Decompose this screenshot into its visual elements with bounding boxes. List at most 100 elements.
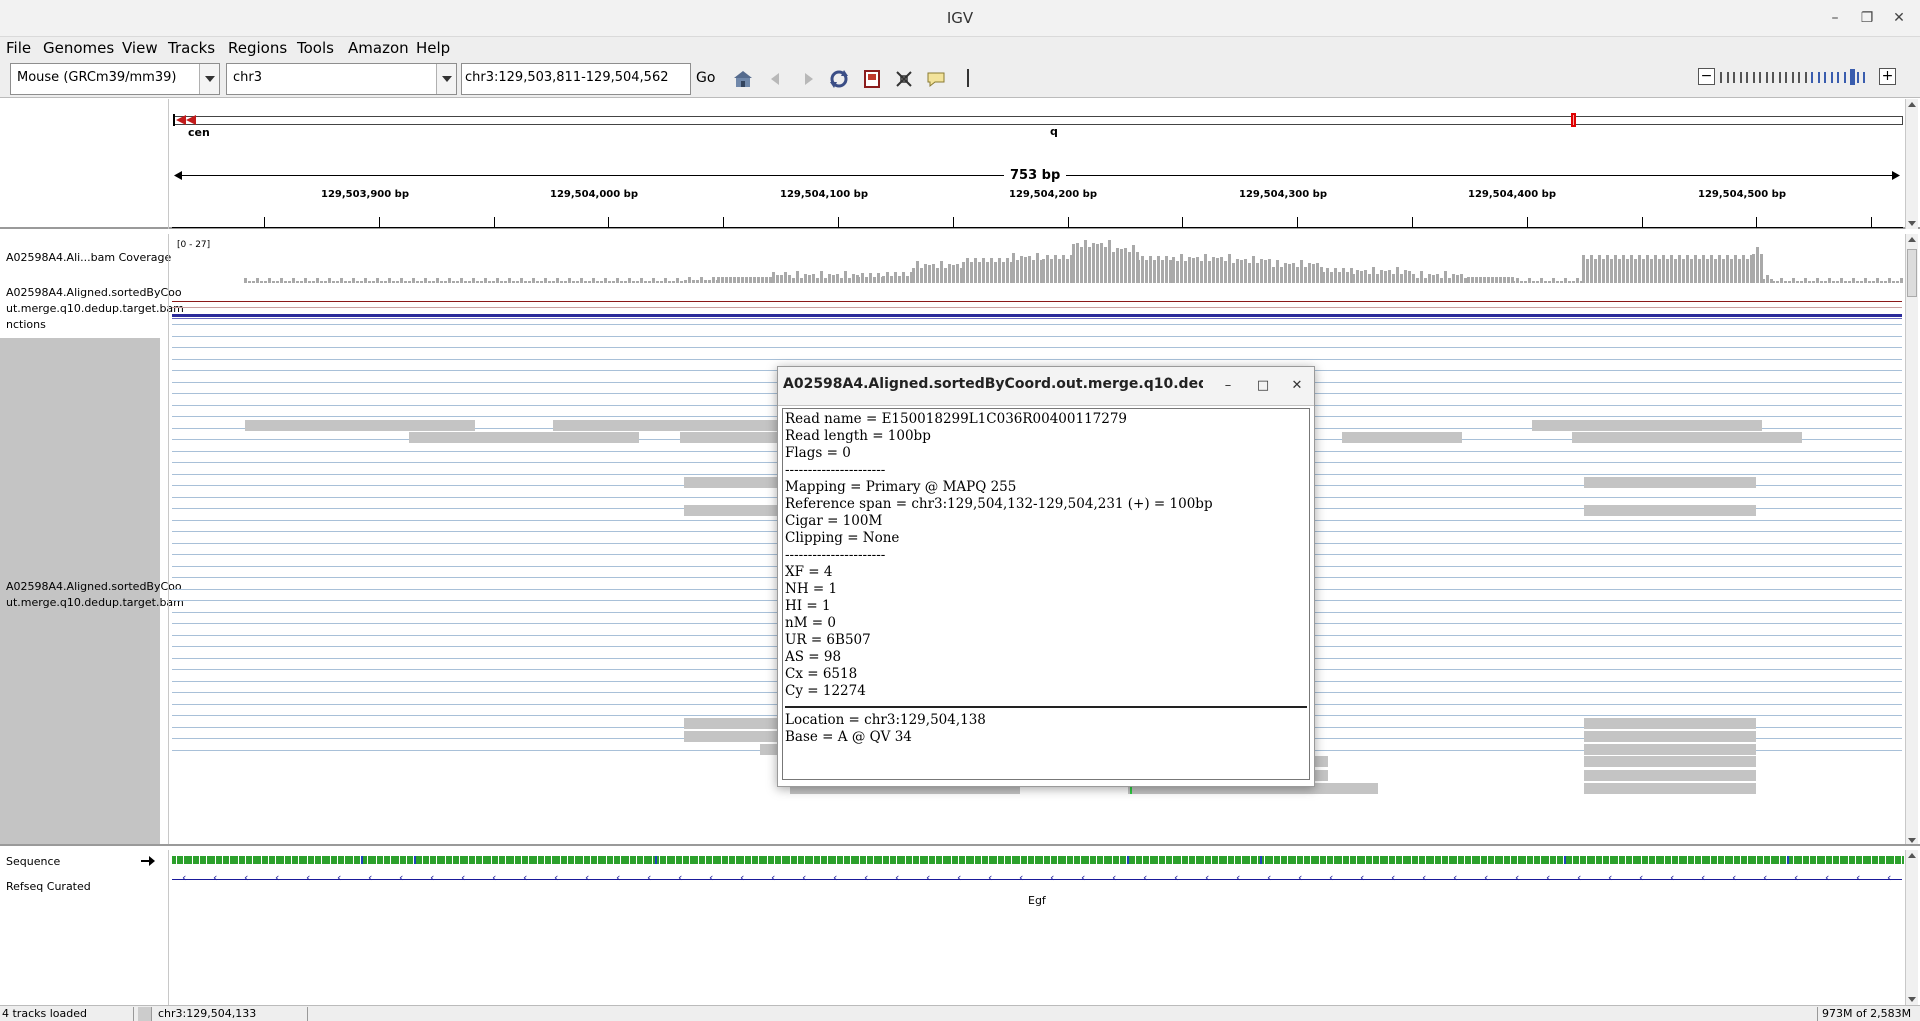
coverage-bar xyxy=(332,281,335,283)
junction-track-name-line1[interactable]: A02598A4.Aligned.sortedByCoo xyxy=(6,286,182,299)
coverage-bar xyxy=(452,281,455,283)
menu-tools[interactable]: Tools xyxy=(297,39,334,57)
coverage-bar xyxy=(1756,247,1759,283)
coverage-bar xyxy=(1036,253,1039,283)
coverage-track[interactable] xyxy=(172,238,1903,283)
coverage-bar xyxy=(749,277,752,283)
row-divider xyxy=(172,336,1902,337)
menu-amazon[interactable]: Amazon xyxy=(348,39,409,57)
coverage-bar xyxy=(684,280,687,283)
data-scrollbar[interactable] xyxy=(1905,234,1918,844)
read-alignment xyxy=(1532,420,1762,431)
chromosome-ideogram[interactable] xyxy=(173,116,1903,125)
coverage-bar xyxy=(1864,278,1867,283)
popup-line: Location = chr3:129,504,138 xyxy=(785,712,986,728)
chevron-down-icon[interactable] xyxy=(436,64,456,94)
strand-arrow: ‹ xyxy=(1701,871,1706,884)
ruler-tick-label: 129,504,300 bp xyxy=(1238,189,1328,200)
menu-file[interactable]: File xyxy=(6,39,31,57)
read-alignment xyxy=(1584,505,1756,516)
coverage-bar xyxy=(902,272,905,283)
zoom-in-icon[interactable]: + xyxy=(1879,68,1896,85)
zoom-ticks[interactable] xyxy=(1720,69,1870,85)
coverage-bar xyxy=(624,281,627,283)
coverage-bar xyxy=(1840,278,1843,283)
ruler[interactable]: 129,503,900 bp 129,504,000 bp 129,504,100 … xyxy=(172,189,1903,229)
home-icon[interactable] xyxy=(732,68,754,90)
coverage-bar xyxy=(1444,271,1447,283)
coverage-bar xyxy=(1820,281,1823,283)
popup-titlebar[interactable]: A02598A4.Aligned.sortedByCoord.out.merge… xyxy=(778,367,1314,406)
popup-minimize-icon[interactable]: – xyxy=(1217,375,1239,397)
coverage-bar xyxy=(1153,260,1156,283)
coverage-bar xyxy=(564,281,567,283)
coverage-bar xyxy=(712,277,715,283)
strand-arrow: ‹ xyxy=(1670,871,1675,884)
chromosome-select[interactable]: chr3 xyxy=(226,63,457,95)
coverage-bar xyxy=(1742,255,1745,283)
back-arrow-icon[interactable] xyxy=(765,68,787,90)
close-window-icon[interactable]: ✕ xyxy=(1889,8,1909,28)
popup-close-icon[interactable]: ✕ xyxy=(1286,375,1308,397)
zoom-out-icon[interactable]: − xyxy=(1698,68,1715,85)
feature-scrollbar[interactable] xyxy=(1905,850,1918,1005)
coverage-bar xyxy=(1452,274,1455,283)
toolbar: Mouse (GRCm39/mm39) chr3 chr3:129,503,81… xyxy=(0,60,1920,98)
coverage-bar xyxy=(608,281,611,283)
coverage-bar xyxy=(886,272,889,283)
coverage-bar xyxy=(276,281,279,283)
maximize-icon[interactable]: ❐ xyxy=(1857,8,1877,28)
junction-track-name-line2[interactable]: ut.merge.q10.dedup.target.bam xyxy=(6,302,184,315)
region-of-interest-icon[interactable] xyxy=(861,68,883,90)
genome-select[interactable]: Mouse (GRCm39/mm39) xyxy=(10,63,220,95)
coverage-bar xyxy=(1868,281,1871,283)
coverage-bar xyxy=(780,275,783,283)
ruler-tick xyxy=(1182,217,1184,227)
sequence-strand-arrow-icon[interactable] xyxy=(140,855,156,867)
minimize-icon[interactable]: – xyxy=(1825,8,1845,28)
sequence-track-name[interactable]: Sequence xyxy=(6,855,60,868)
coverage-bar xyxy=(344,281,347,283)
header-panel: cen q 753 bp 129,503,900 bp 129,504,000 b… xyxy=(0,99,1920,229)
sequence-track[interactable] xyxy=(172,856,1904,864)
header-scrollbar[interactable] xyxy=(1905,99,1918,229)
junction-track-name-line3[interactable]: nctions xyxy=(6,318,46,331)
coverage-bar xyxy=(664,278,667,283)
popup-maximize-icon[interactable]: □ xyxy=(1252,375,1274,397)
menu-help[interactable]: Help xyxy=(416,39,450,57)
coverage-bar xyxy=(1016,260,1019,283)
coverage-bar xyxy=(916,261,919,283)
chevron-down-icon[interactable] xyxy=(199,64,219,94)
coverage-bar xyxy=(244,278,247,283)
menu-tracks[interactable]: Tracks xyxy=(168,39,215,57)
resize-to-window-icon[interactable] xyxy=(893,68,915,90)
coverage-bar xyxy=(1752,254,1755,283)
coverage-bar xyxy=(894,272,897,283)
zoom-slider[interactable]: − + xyxy=(1698,68,1898,88)
menu-regions[interactable]: Regions xyxy=(228,39,287,57)
gene-label[interactable]: Egf xyxy=(1028,894,1046,907)
go-button[interactable]: Go xyxy=(696,70,715,86)
alignment-track-selected[interactable]: A02598A4.Aligned.sortedByCoo ut.merge.q1… xyxy=(0,338,184,844)
coverage-bar xyxy=(784,272,787,283)
read-info-popup[interactable]: A02598A4.Aligned.sortedByCoord.out.merge… xyxy=(777,366,1315,787)
strand-arrow: ‹ xyxy=(864,871,869,884)
locus-input[interactable]: chr3:129,503,811-129,504,562 xyxy=(461,63,691,95)
coverage-track-name[interactable]: A02598A4.Ali...bam Coverage xyxy=(6,251,171,264)
coverage-bar xyxy=(652,278,655,283)
span-left-arrow-icon xyxy=(174,171,182,180)
coverage-bar xyxy=(970,262,973,283)
menu-view[interactable]: View xyxy=(122,39,158,57)
popup-info-icon[interactable] xyxy=(925,68,947,90)
menu-genomes[interactable]: Genomes xyxy=(43,39,114,57)
coverage-bar xyxy=(1634,259,1637,283)
coverage-bar xyxy=(1308,263,1311,283)
data-scrollbar-thumb[interactable] xyxy=(1907,249,1917,297)
coverage-bar xyxy=(364,278,367,283)
coverage-bar xyxy=(792,278,795,283)
refresh-icon[interactable] xyxy=(828,68,850,90)
coverage-bar xyxy=(1342,268,1345,283)
forward-arrow-icon[interactable] xyxy=(797,68,819,90)
refseq-track-name[interactable]: Refseq Curated xyxy=(6,880,91,893)
coverage-bar xyxy=(1145,260,1148,283)
